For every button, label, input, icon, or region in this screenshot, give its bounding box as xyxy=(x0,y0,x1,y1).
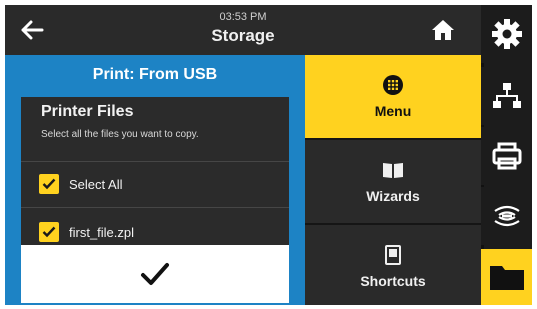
panel-header: Print: From USB xyxy=(92,66,218,83)
dialog-instruction: Select all the files you want to copy. xyxy=(41,129,199,140)
printer-screen: 03:53 PM Storage Print: From USB Printer… xyxy=(5,5,532,305)
divider xyxy=(21,161,289,162)
menu-label: Menu xyxy=(374,103,412,119)
menu-button[interactable]: Menu xyxy=(305,55,481,138)
shortcuts-button[interactable]: Shortcuts xyxy=(305,225,481,305)
select-all-label: Select All xyxy=(69,176,123,192)
clock: 03:53 PM xyxy=(219,11,267,23)
checkbox-checked-icon xyxy=(39,174,59,194)
printer-button[interactable] xyxy=(481,127,532,185)
top-bar: 03:53 PM Storage xyxy=(5,5,481,55)
bookmark-icon xyxy=(385,245,401,265)
settings-button[interactable] xyxy=(481,5,532,63)
file-name: first_file.zpl xyxy=(69,224,135,240)
confirm-button[interactable] xyxy=(21,245,289,303)
file-checkbox[interactable]: first_file.zpl xyxy=(39,219,134,245)
dialog-title: Printer Files xyxy=(41,103,134,120)
printer-files-dialog: Printer Files Select all the files you w… xyxy=(21,97,289,303)
home-icon xyxy=(432,20,454,40)
printer-icon xyxy=(492,142,521,170)
wireless-icon xyxy=(493,205,520,227)
shortcuts-label: Shortcuts xyxy=(360,273,426,289)
divider xyxy=(21,207,289,208)
wireless-button[interactable] xyxy=(481,187,532,245)
network-button[interactable] xyxy=(481,67,532,125)
book-icon xyxy=(383,163,403,178)
usb-print-panel: Print: From USB Printer Files Select all… xyxy=(5,55,305,305)
wizards-button[interactable]: Wizards xyxy=(305,140,481,223)
checkmark-icon xyxy=(141,263,169,285)
wizards-label: Wizards xyxy=(366,188,420,204)
network-icon xyxy=(492,83,521,108)
gear-icon xyxy=(491,19,522,49)
storage-button[interactable] xyxy=(481,249,532,305)
folder-icon xyxy=(489,266,524,290)
checkbox-checked-icon xyxy=(39,222,59,242)
select-all-checkbox[interactable]: Select All xyxy=(39,171,122,197)
page-title: Storage xyxy=(211,26,275,45)
home-button[interactable] xyxy=(423,15,463,45)
menu-grid-icon xyxy=(383,75,403,95)
